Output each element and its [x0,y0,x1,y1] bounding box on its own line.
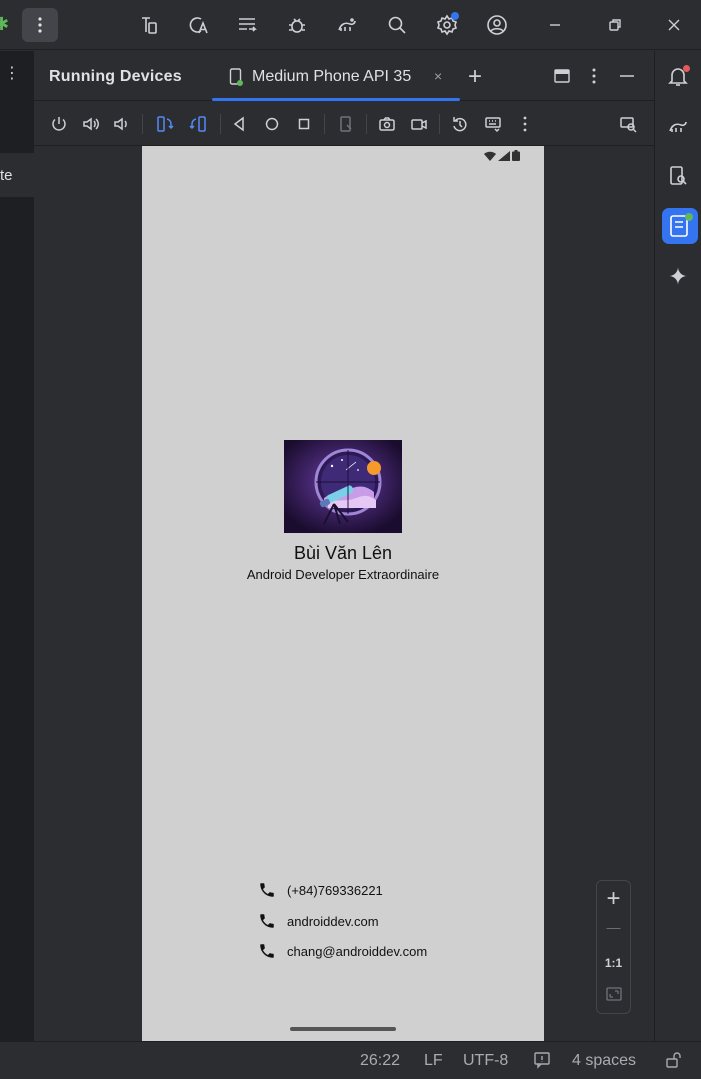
device-manager-icon[interactable] [133,9,165,41]
contact-text: (+84)769336221 [287,882,383,898]
contact-text: androiddev.com [287,913,379,929]
status-bar: 26:22 LF UTF-8 4 spaces [0,1041,701,1079]
contact-row-email: chang@androiddev.com [258,941,427,961]
contact-row-website: androiddev.com [258,911,379,931]
gradle-sync-icon[interactable] [331,9,363,41]
settings-icon[interactable] [431,9,463,41]
device-display-area: Bùi Văn Lên Android Developer Extraordin… [34,146,654,1041]
zoom-out-button[interactable]: — [597,919,630,935]
device-explorer-icon[interactable] [663,161,693,191]
gradle-icon[interactable] [663,111,693,141]
toolbar-separator [324,114,325,134]
left-tool-strip: ⋮ te [0,51,34,1041]
signal-icon [498,150,510,161]
device-icon [229,68,243,86]
add-device-tab-button[interactable]: + [464,63,486,91]
contact-text: chang@androiddev.com [287,943,428,959]
notification-dot [683,65,690,72]
reset-snapshot-icon[interactable] [449,113,471,135]
account-icon[interactable] [481,9,513,41]
phone-icon [260,914,274,928]
tab-close-icon[interactable]: × [434,68,442,84]
title-bar: ✱ [0,0,701,50]
layout-inspector-icon[interactable] [617,113,639,135]
caret-position[interactable]: 26:22 [360,1052,400,1070]
search-icon[interactable] [381,9,413,41]
tab-label: Medium Phone API 35 [252,68,412,85]
toolbar-separator [366,114,367,134]
keyboard-icon[interactable] [482,113,504,135]
zoom-fit-icon[interactable] [597,987,630,1006]
comment-icon[interactable] [533,1051,551,1074]
hide-toolwindow-icon[interactable] [616,65,638,87]
toolbar-separator [439,114,440,134]
emulator-screen[interactable]: Bùi Văn Lên Android Developer Extraordin… [142,146,544,1041]
back-icon[interactable] [228,113,250,135]
debug-icon[interactable] [281,9,313,41]
running-devices-header: Running Devices Medium Phone API 35 × + [34,51,654,101]
volume-down-icon[interactable] [110,113,132,135]
minimize-window-button[interactable] [538,10,572,40]
home-icon[interactable] [261,113,283,135]
device-toolbar [34,102,654,146]
wifi-icon [484,151,496,161]
zoom-controls: + — 1:1 [596,880,631,1014]
overview-icon[interactable] [293,113,315,135]
zoom-in-button[interactable]: + [597,885,630,913]
power-icon[interactable] [48,113,70,135]
tab-active-indicator [212,98,460,101]
more-options-icon[interactable]: ⋮ [4,63,20,83]
phone-icon [260,944,274,958]
more-options-icon[interactable] [583,65,605,87]
contact-row-phone: (+84)769336221 [258,880,383,900]
android-status-bar [484,150,520,161]
toolbar-separator [220,114,221,134]
indent-setting[interactable]: 4 spaces [572,1052,636,1070]
profile-name: Bùi Văn Lên [293,543,393,563]
notifications-icon[interactable] [663,61,693,91]
restore-window-button[interactable] [598,10,632,40]
line-ending[interactable]: LF [424,1052,443,1070]
screen-record-icon[interactable] [408,113,430,135]
fold-device-icon [335,113,357,135]
toolwindow-title: Running Devices [49,68,182,85]
rotate-left-icon[interactable] [154,113,176,135]
more-actions-icon[interactable] [514,113,536,135]
build-variants-icon[interactable] [231,9,263,41]
app-quality-icon[interactable] [182,9,214,41]
zoom-actual-size-button[interactable]: 1:1 [597,956,630,970]
settings-update-dot [451,12,459,20]
right-tool-strip [654,51,701,1041]
toolbar-separator [142,114,143,134]
bug-icon: ✱ [0,14,10,34]
close-window-button[interactable] [657,10,691,40]
gemini-icon[interactable] [663,261,693,291]
profile-image [284,440,402,533]
profile-role: Android Developer Extraordinaire [246,567,440,582]
battery-icon [512,150,520,161]
rotate-right-icon[interactable] [187,113,209,135]
phone-icon [260,883,274,897]
volume-up-icon[interactable] [80,113,102,135]
file-encoding[interactable]: UTF-8 [463,1052,508,1070]
tab-medium-phone[interactable]: Medium Phone API 35 × [212,51,460,101]
truncated-panel-text: te [0,167,13,184]
screenshot-icon[interactable] [376,113,398,135]
main-menu-button[interactable] [22,8,58,42]
running-devices-toggle[interactable] [662,208,698,244]
gesture-nav-handle[interactable] [290,1027,396,1031]
window-layout-icon[interactable] [551,65,573,87]
lock-icon[interactable] [664,1051,682,1074]
